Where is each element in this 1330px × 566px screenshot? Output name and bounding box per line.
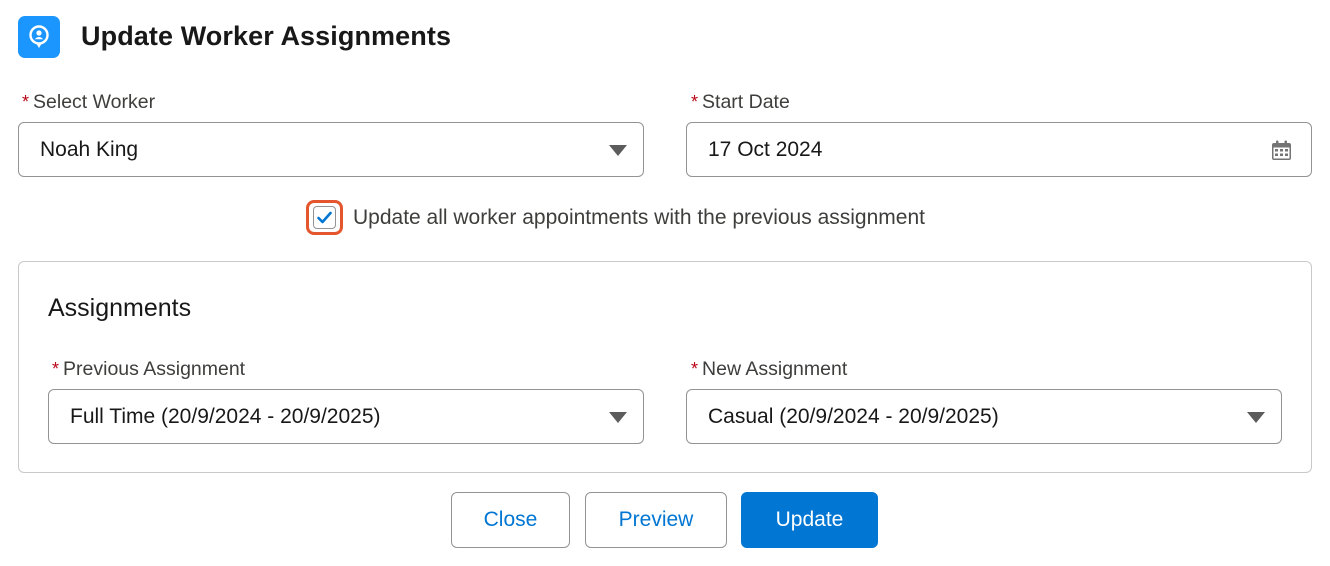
start-date-input[interactable]: 17 Oct 2024	[686, 122, 1312, 177]
new-assignment-label-text: New Assignment	[702, 358, 848, 380]
checkbox-focus-ring	[306, 200, 343, 235]
update-appointments-checkbox[interactable]	[313, 206, 336, 229]
required-marker: *	[22, 92, 30, 112]
previous-assignment-combobox[interactable]: Full Time (20/9/2024 - 20/9/2025)	[48, 389, 644, 444]
start-date-label-text: Start Date	[702, 91, 790, 113]
worker-assignment-icon	[18, 16, 60, 58]
update-button[interactable]: Update	[741, 492, 878, 548]
update-appointments-option[interactable]: Update all worker appointments with the …	[306, 200, 925, 235]
previous-assignment-value: Full Time (20/9/2024 - 20/9/2025)	[70, 404, 381, 428]
select-worker-value: Noah King	[40, 137, 139, 161]
preview-button[interactable]: Preview	[585, 492, 727, 548]
page-title: Update Worker Assignments	[81, 21, 452, 51]
new-assignment-combobox[interactable]: Casual (20/9/2024 - 20/9/2025)	[686, 389, 1282, 444]
previous-assignment-label: * Previous Assignment	[52, 358, 245, 381]
calendar-icon[interactable]	[1271, 140, 1292, 167]
required-marker: *	[52, 359, 60, 379]
new-assignment-label: * New Assignment	[691, 358, 847, 381]
previous-assignment-label-text: Previous Assignment	[63, 358, 246, 380]
start-date-label: * Start Date	[691, 91, 790, 114]
chevron-down-icon	[609, 145, 627, 156]
update-appointments-label[interactable]: Update all worker appointments with the …	[353, 206, 925, 230]
new-assignment-value: Casual (20/9/2024 - 20/9/2025)	[708, 404, 999, 428]
select-worker-combobox[interactable]: Noah King	[18, 122, 644, 177]
close-button[interactable]: Close	[451, 492, 570, 548]
chevron-down-icon	[609, 412, 627, 423]
select-worker-label-text: Select Worker	[33, 91, 156, 113]
start-date-value: 17 Oct 2024	[708, 137, 823, 161]
assignments-card: Assignments * Previous Assignment Full T…	[18, 261, 1312, 473]
chevron-down-icon	[1247, 412, 1265, 423]
required-marker: *	[691, 359, 699, 379]
select-worker-label: * Select Worker	[22, 91, 155, 114]
assignments-title: Assignments	[48, 294, 192, 322]
checkmark-icon	[317, 211, 332, 224]
required-marker: *	[691, 92, 699, 112]
